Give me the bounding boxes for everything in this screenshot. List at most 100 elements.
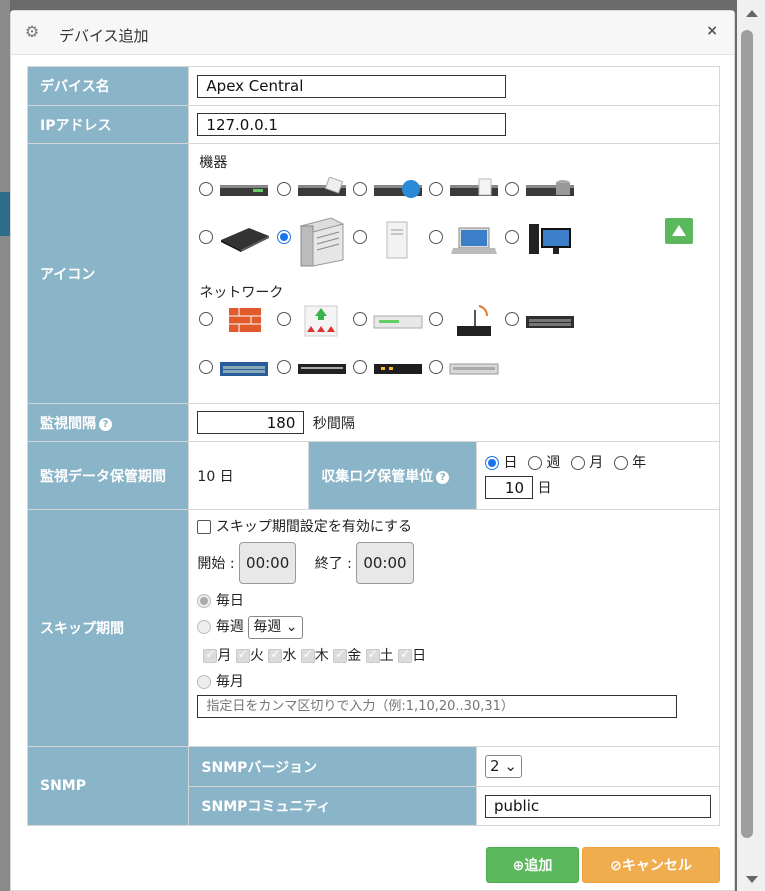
help-icon[interactable]: ? bbox=[436, 470, 450, 484]
skip-weekly-radio[interactable] bbox=[197, 620, 212, 634]
data-retention-label: 監視データ保管期間 bbox=[26, 441, 190, 510]
weekday-checkbox-sat[interactable] bbox=[365, 647, 380, 663]
chevron-down-icon: ⌄ bbox=[504, 757, 517, 775]
add-button[interactable]: ⊕追加 bbox=[486, 847, 579, 883]
icon-radio-10[interactable] bbox=[505, 230, 520, 244]
data-retention-value: 10 日 bbox=[188, 441, 310, 510]
icon-radio-3[interactable] bbox=[353, 182, 368, 196]
weekday-sun: 日 bbox=[412, 648, 427, 664]
gear-icon: ⚙ bbox=[24, 22, 40, 41]
snmp-label: SNMP bbox=[26, 746, 190, 826]
icon-radio-19[interactable] bbox=[429, 360, 444, 374]
skip-end-input[interactable]: 00:00 bbox=[356, 542, 414, 584]
wifi-router-icon bbox=[457, 305, 492, 336]
monitor-interval-input[interactable] bbox=[197, 411, 305, 434]
skip-daily-radio[interactable] bbox=[197, 594, 212, 608]
cancel-button[interactable]: ⊘キャンセル bbox=[582, 847, 720, 883]
log-period-input[interactable] bbox=[485, 476, 533, 499]
weekday-checkbox-sun[interactable] bbox=[398, 647, 413, 663]
weekday-checkbox-thu[interactable] bbox=[300, 647, 315, 663]
close-icon[interactable]: × bbox=[706, 23, 718, 39]
icon-label: アイコン bbox=[26, 143, 190, 404]
icon-radio-16[interactable] bbox=[199, 360, 214, 374]
icon-radio-15[interactable] bbox=[505, 312, 520, 326]
appliance-icon bbox=[221, 228, 270, 252]
scrollbar-thumb[interactable] bbox=[741, 30, 753, 838]
snmp-community-input[interactable] bbox=[485, 794, 711, 818]
snmp-version-value: 2 bbox=[490, 757, 500, 775]
weekday-checkbox-fri[interactable] bbox=[333, 647, 348, 663]
icon-radio-11[interactable] bbox=[199, 312, 214, 326]
weekday-checkbox-tue[interactable] bbox=[235, 647, 250, 663]
help-icon[interactable]: ? bbox=[99, 417, 112, 431]
chevron-down-icon: ⌄ bbox=[285, 619, 298, 635]
skip-start-input[interactable]: 00:00 bbox=[239, 542, 297, 584]
snmp-community-label: SNMPコミュニティ bbox=[188, 786, 477, 826]
icon-radio-6[interactable] bbox=[199, 230, 214, 244]
skip-weekly-select[interactable]: 毎週 ⌄ bbox=[248, 616, 303, 639]
icon-radio-12[interactable] bbox=[277, 312, 292, 326]
icon-radio-1[interactable] bbox=[199, 182, 214, 196]
log-unit-week-radio[interactable] bbox=[527, 456, 542, 470]
skip-label: スキップ期間 bbox=[26, 509, 190, 747]
log-unit-day-radio[interactable] bbox=[485, 456, 499, 470]
log-unit-year-radio[interactable] bbox=[613, 456, 628, 470]
skip-monthly-input[interactable] bbox=[197, 695, 678, 718]
icon-radio-7[interactable] bbox=[277, 230, 292, 244]
switch-dark-icon bbox=[526, 316, 575, 328]
firewall-icon bbox=[229, 308, 262, 332]
icon-radio-2[interactable] bbox=[277, 182, 292, 196]
collapse-up-button[interactable] bbox=[665, 218, 694, 244]
icon-radio-4[interactable] bbox=[429, 182, 444, 196]
weekday-mon: 月 bbox=[217, 648, 232, 664]
background-band bbox=[0, 192, 10, 236]
log-unit-day: 日 bbox=[503, 455, 518, 471]
icon-radio-13[interactable] bbox=[353, 312, 368, 326]
switch-blue-icon bbox=[220, 362, 269, 376]
icon-radio-9[interactable] bbox=[429, 230, 444, 244]
monitor-interval-unit: 秒間隔 bbox=[312, 415, 355, 432]
device-name-label: デバイス名 bbox=[26, 66, 190, 106]
icon-radio-14[interactable] bbox=[429, 312, 444, 326]
skip-enable-label: スキップ期間設定を有効にする bbox=[215, 519, 412, 535]
desktop-pc-icon bbox=[529, 224, 572, 254]
rack-mail-server-icon bbox=[298, 177, 347, 196]
skip-start-label: 開始 : bbox=[197, 556, 235, 572]
snmp-version-label: SNMPバージョン bbox=[188, 746, 477, 787]
scroll-up-icon[interactable] bbox=[746, 10, 758, 17]
scroll-down-icon[interactable] bbox=[746, 876, 758, 883]
rack-server-icon bbox=[220, 185, 269, 196]
tower-server-icon bbox=[300, 217, 345, 267]
vertical-scrollbar[interactable] bbox=[737, 0, 765, 891]
skip-monthly-radio[interactable] bbox=[197, 675, 212, 689]
laptop-icon bbox=[451, 227, 498, 254]
log-unit-month-radio[interactable] bbox=[570, 456, 585, 470]
snmp-version-select[interactable]: 2 ⌄ bbox=[485, 755, 522, 778]
dialog-header: ⚙ デバイス追加 × bbox=[11, 11, 734, 55]
rack-file-server-icon bbox=[450, 178, 499, 196]
icon-radio-5[interactable] bbox=[505, 182, 520, 196]
add-device-dialog: ⚙ デバイス追加 × デバイス名 IPアドレス アイコン 機器 bbox=[10, 10, 735, 891]
icon-radio-17[interactable] bbox=[277, 360, 292, 374]
skip-monthly-label: 毎月 bbox=[215, 674, 244, 690]
device-group-label: 機器 bbox=[199, 155, 228, 171]
weekday-checkbox-mon[interactable] bbox=[203, 647, 218, 663]
rack-db-server-icon bbox=[526, 180, 575, 196]
skip-enable-checkbox[interactable] bbox=[197, 520, 212, 534]
device-form: デバイス名 IPアドレス アイコン 機器 bbox=[26, 66, 720, 826]
weekday-thu: 木 bbox=[314, 648, 329, 664]
background-page bbox=[0, 0, 10, 891]
pc-tower-icon bbox=[386, 221, 408, 259]
weekday-checkbox-wed[interactable] bbox=[268, 647, 283, 663]
monitor-interval-label: 監視間隔 bbox=[40, 415, 96, 432]
ip-input[interactable] bbox=[197, 113, 507, 136]
log-unit-week: 週 bbox=[546, 455, 561, 471]
icon-radio-18[interactable] bbox=[353, 360, 368, 374]
icon-radio-8[interactable] bbox=[353, 230, 368, 244]
load-balancer-icon bbox=[304, 305, 338, 337]
device-name-input[interactable] bbox=[197, 74, 507, 98]
network-group-label: ネットワーク bbox=[199, 285, 284, 301]
modem-icon bbox=[374, 364, 423, 374]
skip-end-label: 終了 : bbox=[314, 556, 352, 572]
weekday-sat: 土 bbox=[379, 648, 394, 664]
